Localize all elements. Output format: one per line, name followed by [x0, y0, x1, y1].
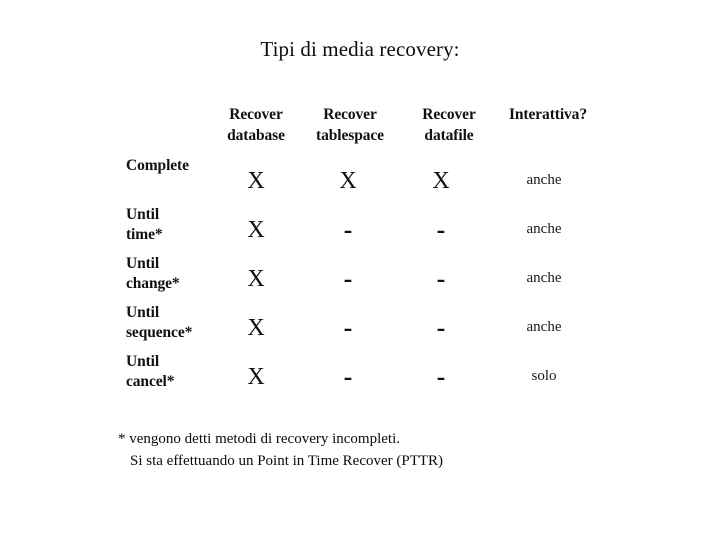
cell-recover-database: X: [247, 315, 265, 341]
column-header-line2: database: [227, 127, 285, 144]
cell-recover-datafile: -: [436, 215, 446, 244]
column-header-recover-database: Recover database: [206, 104, 306, 146]
cell-recover-datafile: X: [432, 168, 450, 194]
cell-recover-datafile: -: [436, 264, 446, 293]
column-header-recover-tablespace: Recover tablespace: [298, 104, 402, 146]
row-label-line2: cancel*: [126, 373, 175, 390]
cell-interattiva: anche: [526, 172, 562, 188]
column-header-line1: Interattiva?: [508, 106, 587, 123]
column-header-recover-datafile: Recover datafile: [399, 104, 499, 146]
footnote: * vengono detti metodi di recovery incom…: [118, 428, 638, 472]
footnote-line-2: Si sta effettuando un Point in Time Reco…: [130, 453, 444, 469]
row-label-line1: Complete: [126, 157, 189, 174]
row-label-until-sequence: Until sequence*: [126, 303, 222, 343]
row-label-line2: time*: [126, 226, 163, 243]
slide-canvas: Tipi di media recovery: Recover database…: [0, 0, 720, 540]
cell-interattiva: anche: [526, 270, 562, 286]
table-row: Until change* X - - anche: [118, 254, 598, 303]
cell-recover-database: X: [247, 266, 265, 292]
cell-recover-datafile: -: [436, 362, 446, 391]
table-row: Complete X X X anche: [118, 156, 598, 205]
cell-recover-datafile: -: [436, 313, 446, 342]
cell-recover-database: X: [247, 168, 265, 194]
column-header-line2: datafile: [424, 127, 474, 144]
table-row: Until cancel* X - - solo: [118, 352, 598, 401]
row-label-complete: Complete: [126, 156, 222, 176]
column-header-line1: Recover: [323, 106, 377, 123]
column-header-line1: Recover: [229, 106, 283, 123]
cell-interattiva: solo: [531, 368, 557, 384]
row-label-until-cancel: Until cancel*: [126, 352, 222, 392]
media-recovery-table: Recover database Recover tablespace Reco…: [118, 104, 598, 404]
row-label-until-change: Until change*: [126, 254, 222, 294]
cell-recover-tablespace: -: [343, 215, 353, 244]
cell-recover-database: X: [247, 217, 265, 243]
footnote-line-1: * vengono detti metodi di recovery incom…: [118, 431, 401, 447]
cell-recover-tablespace: -: [343, 362, 353, 391]
row-label-line1: Until: [126, 255, 160, 272]
cell-interattiva: anche: [526, 319, 562, 335]
column-header-line1: Recover: [422, 106, 476, 123]
cell-recover-database: X: [247, 364, 265, 390]
cell-recover-tablespace: X: [339, 168, 357, 194]
row-label-until-time: Until time*: [126, 205, 222, 245]
row-label-line1: Until: [126, 206, 160, 223]
column-header-interattiva: Interattiva?: [488, 104, 608, 125]
page-title: Tipi di media recovery:: [260, 37, 460, 61]
cell-interattiva: anche: [526, 221, 562, 237]
table-row: Until time* X - - anche: [118, 205, 598, 254]
row-label-line2: sequence*: [126, 324, 193, 341]
table-row: Until sequence* X - - anche: [118, 303, 598, 352]
row-label-line1: Until: [126, 353, 160, 370]
column-header-line2: tablespace: [316, 127, 384, 144]
row-label-line1: Until: [126, 304, 160, 321]
row-label-line2: change*: [126, 275, 180, 292]
cell-recover-tablespace: -: [343, 313, 353, 342]
cell-recover-tablespace: -: [343, 264, 353, 293]
